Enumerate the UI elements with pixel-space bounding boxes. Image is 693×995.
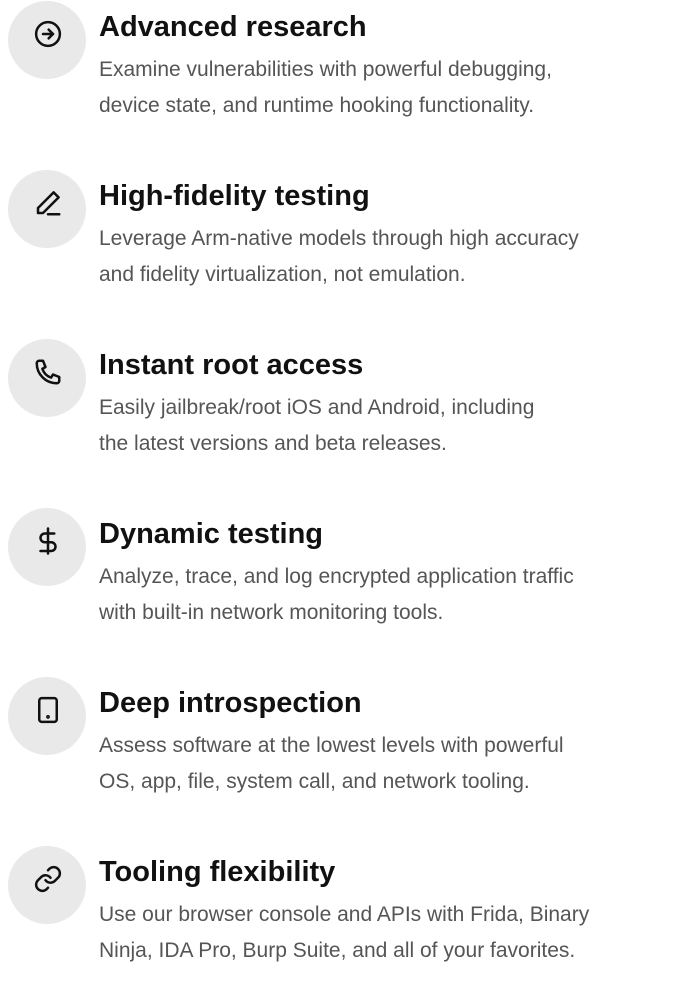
description-line: the latest versions and beta releases. xyxy=(99,432,447,455)
feature-title: Dynamic testing xyxy=(99,518,323,550)
feature-title: Instant root access xyxy=(99,349,364,381)
description-line: with built-in network monitoring tools. xyxy=(99,601,444,624)
feature-instant-root-access: Instant root access Easily jailbreak/roo… xyxy=(0,338,693,488)
feature-tooling-flexibility: Tooling flexibility Use our browser cons… xyxy=(0,845,693,995)
description-line: Examine vulnerabilities with powerful de… xyxy=(99,58,552,81)
description-line: Leverage Arm-native models through high … xyxy=(99,227,579,250)
feature-advanced-research: Advanced research Examine vulnerabilitie… xyxy=(0,0,693,150)
feature-title: High-fidelity testing xyxy=(99,180,370,212)
description-line: Assess software at the lowest levels wit… xyxy=(99,734,564,757)
dollar-icon xyxy=(8,508,86,586)
description-line: Analyze, trace, and log encrypted applic… xyxy=(99,565,574,588)
link-icon xyxy=(8,846,86,924)
feature-description: Easily jailbreak/root iOS and Android, i… xyxy=(99,390,691,462)
feature-description: Analyze, trace, and log encrypted applic… xyxy=(99,559,691,631)
feature-description: Assess software at the lowest levels wit… xyxy=(99,728,691,800)
description-line: device state, and runtime hooking functi… xyxy=(99,94,535,117)
feature-title: Tooling flexibility xyxy=(99,856,336,888)
description-line: Easily jailbreak/root iOS and Android, i… xyxy=(99,396,535,419)
feature-dynamic-testing: Dynamic testing Analyze, trace, and log … xyxy=(0,507,693,657)
pencil-icon xyxy=(8,170,86,248)
feature-title: Advanced research xyxy=(99,11,367,43)
feature-description: Use our browser console and APIs with Fr… xyxy=(99,897,691,969)
tablet-icon xyxy=(8,677,86,755)
arrow-circle-right-icon xyxy=(8,1,86,79)
feature-description: Examine vulnerabilities with powerful de… xyxy=(99,52,691,124)
description-line: Ninja, IDA Pro, Burp Suite, and all of y… xyxy=(99,939,576,962)
feature-title: Deep introspection xyxy=(99,687,362,719)
feature-deep-introspection: Deep introspection Assess software at th… xyxy=(0,676,693,826)
description-line: OS, app, file, system call, and network … xyxy=(99,770,530,793)
phone-icon xyxy=(8,339,86,417)
feature-description: Leverage Arm-native models through high … xyxy=(99,221,691,293)
feature-high-fidelity-testing: High-fidelity testing Leverage Arm-nativ… xyxy=(0,169,693,319)
description-line: and fidelity virtualization, not emulati… xyxy=(99,263,466,286)
description-line: Use our browser console and APIs with Fr… xyxy=(99,903,590,926)
